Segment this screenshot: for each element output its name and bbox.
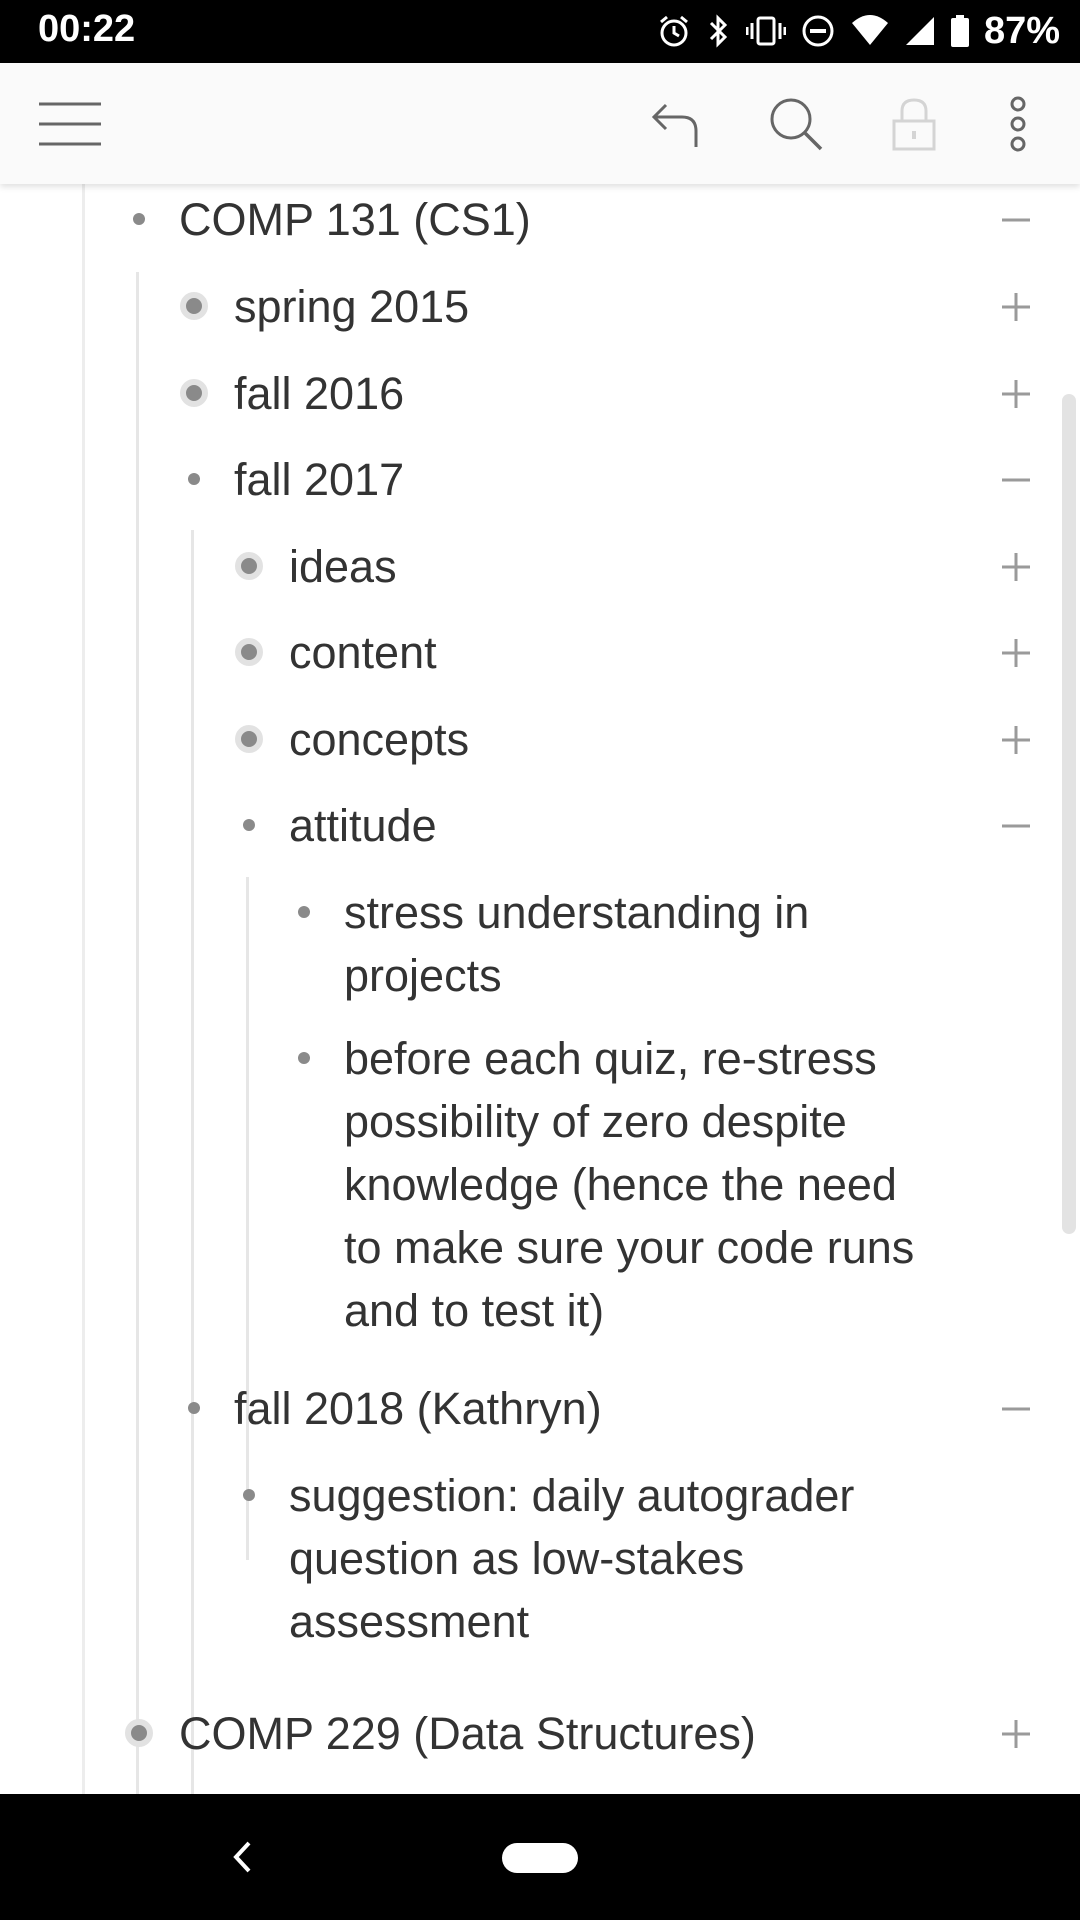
minus-icon [1002,1407,1030,1411]
battery-icon [950,15,969,47]
indent-guide [246,877,249,1560]
bullet[interactable] [133,213,145,225]
item-text[interactable]: attitude [289,794,969,857]
bullet[interactable] [298,1052,310,1064]
lock-icon [892,97,936,150]
plus-icon [1002,1720,1030,1748]
expand-toggle[interactable] [996,547,1036,587]
item-text[interactable]: COMP 131 (CS1) [179,188,859,251]
item-text[interactable]: COMP 229 (Data Structures) [179,1702,979,1765]
home-button[interactable] [502,1843,578,1873]
item-text[interactable]: ideas [289,535,969,598]
collapse-toggle[interactable] [996,200,1036,240]
more-vertical-icon [1010,96,1026,151]
plus-icon [1002,639,1030,667]
bluetooth-icon [709,14,728,48]
item-text[interactable]: suggestion: daily autograder question as… [289,1464,969,1653]
collapsed-bullet[interactable] [125,1719,153,1747]
undo-icon [651,103,698,147]
outline-view: COMP 131 (CS1) spring 2015 fall 2016 fal… [0,184,1080,1794]
more-options-button[interactable] [990,63,1046,184]
expand-toggle[interactable] [996,1714,1036,1754]
item-text[interactable]: fall 2017 [234,448,914,511]
signal-icon [905,17,934,45]
battery-percentage: 87% [983,9,1060,52]
minus-icon [1002,478,1030,482]
collapsed-bullet[interactable] [235,725,263,753]
plus-icon [1002,380,1030,408]
menu-button[interactable] [30,63,110,184]
clock: 00:22 [38,8,136,50]
bullet[interactable] [188,473,200,485]
item-text[interactable]: concepts [289,708,969,771]
toolbar [0,63,1080,184]
bullet[interactable] [298,906,310,918]
lock-button[interactable] [874,63,954,184]
minus-icon [1002,824,1030,828]
expand-toggle[interactable] [996,633,1036,673]
search-button[interactable] [756,63,836,184]
back-chevron-icon [233,1841,251,1873]
page-margin-line [82,184,85,1794]
collapsed-bullet[interactable] [235,552,263,580]
wifi-icon [851,15,888,45]
undo-button[interactable] [640,63,712,184]
collapse-toggle[interactable] [996,806,1036,846]
hamburger-menu-icon [39,102,101,145]
plus-icon [1002,553,1030,581]
collapse-toggle[interactable] [996,460,1036,500]
vibrate-icon [745,16,786,46]
item-text[interactable]: before each quiz, re-stress possibility … [344,1027,1024,1342]
plus-icon [1002,293,1030,321]
expand-toggle[interactable] [996,287,1036,327]
do-not-disturb-icon [802,15,834,47]
item-text[interactable]: spring 2015 [234,275,914,338]
minus-icon [1002,218,1030,222]
collapsed-bullet[interactable] [180,379,208,407]
bullet[interactable] [243,1489,255,1501]
alarm-icon [659,15,688,47]
item-text[interactable]: content [289,621,969,684]
expand-toggle[interactable] [996,374,1036,414]
scrollbar[interactable] [1062,394,1076,1234]
collapsed-bullet[interactable] [235,638,263,666]
bullet[interactable] [243,819,255,831]
item-text[interactable]: fall 2018 (Kathryn) [234,1377,914,1440]
collapse-toggle[interactable] [996,1389,1036,1429]
expand-toggle[interactable] [996,720,1036,760]
search-icon [770,98,823,150]
item-text[interactable]: stress understanding in projects [344,881,1024,1007]
indent-guide [136,272,139,1794]
item-text[interactable]: fall 2016 [234,362,914,425]
bullet[interactable] [188,1402,200,1414]
back-button[interactable] [222,1834,262,1880]
status-bar: 00:22 87% [0,0,1080,63]
collapsed-bullet[interactable] [180,292,208,320]
plus-icon [1002,726,1030,754]
